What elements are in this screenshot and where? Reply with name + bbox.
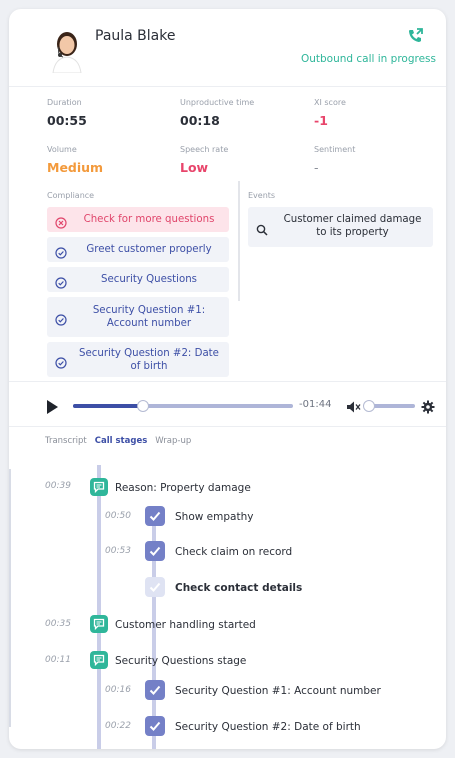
volume-slider[interactable] xyxy=(363,400,415,412)
check-icon xyxy=(145,680,165,700)
check-circle-icon xyxy=(55,354,67,369)
compliance-list: Check for more questions Greet customer … xyxy=(47,207,229,382)
step-label: Security Question #1: Account number xyxy=(175,685,381,697)
tab-call-stages[interactable]: Call stages xyxy=(95,436,148,446)
timeline-track xyxy=(97,465,101,749)
playback-progress xyxy=(73,404,144,408)
metric-label: XI score xyxy=(314,98,346,107)
column-divider xyxy=(238,181,240,301)
compliance-item-text: Security Question #1: Account number xyxy=(92,305,206,329)
stage-time: 00:11 xyxy=(45,655,71,665)
compliance-item-text: Security Questions xyxy=(101,274,197,285)
step-label: Check claim on record xyxy=(175,546,293,558)
metric-value: - xyxy=(314,160,319,175)
scrubber-handle[interactable] xyxy=(137,400,150,412)
chat-icon xyxy=(90,651,108,669)
metric-value: 00:18 xyxy=(180,113,220,128)
compliance-item[interactable]: Check for more questions xyxy=(47,207,229,232)
volume-handle[interactable] xyxy=(363,400,375,412)
metric-label: Speech rate xyxy=(180,145,229,154)
tab-wrap-up[interactable]: Wrap-up xyxy=(155,436,191,446)
pending-check-icon xyxy=(145,577,165,597)
playback-scrubber[interactable] xyxy=(73,400,293,412)
compliance-item[interactable]: Greet customer properly xyxy=(47,237,229,262)
metric-label: Duration xyxy=(47,98,82,107)
step-label: Show empathy xyxy=(175,511,254,523)
metric-value: Medium xyxy=(47,160,104,175)
metric-duration: Duration 00:55 xyxy=(47,98,87,128)
compliance-item[interactable]: Security Questions xyxy=(47,267,229,292)
audio-player: -01:44 xyxy=(9,381,446,427)
check-circle-icon xyxy=(55,244,67,259)
stage-time: 00:39 xyxy=(45,481,71,491)
time-remaining: -01:44 xyxy=(299,399,332,410)
step-time: 00:53 xyxy=(105,546,131,556)
metric-label: Sentiment xyxy=(314,145,356,154)
metric-value: 00:55 xyxy=(47,113,87,128)
mute-icon[interactable] xyxy=(346,399,362,413)
stage-time: 00:35 xyxy=(45,619,71,629)
call-header: Paula Blake Outbound call in progress xyxy=(9,9,446,87)
compliance-item-text: Check for more questions xyxy=(83,214,215,225)
phone-icon xyxy=(406,27,424,45)
metric-xi-score: XI score -1 xyxy=(314,98,346,128)
compliance-item-text: Greet customer properly xyxy=(86,244,212,255)
metric-label: Unproductive time xyxy=(180,98,255,107)
stage-tabs: Transcript Call stages Wrap-up xyxy=(45,436,191,446)
metric-sentiment: Sentiment - xyxy=(314,145,355,175)
event-item[interactable]: Customer claimed damage to its property xyxy=(248,207,433,247)
metric-value: -1 xyxy=(314,113,328,128)
call-status: Outbound call in progress xyxy=(300,53,436,65)
agent-name: Paula Blake xyxy=(95,28,176,44)
metric-unproductive-time: Unproductive time 00:18 xyxy=(180,98,254,128)
event-text: Customer claimed damage to its property xyxy=(283,214,422,238)
compliance-item-text: Security Question #2: Date of birth xyxy=(79,347,219,372)
gear-icon[interactable] xyxy=(421,399,435,414)
check-icon xyxy=(145,541,165,561)
check-circle-icon xyxy=(55,274,67,289)
step-time: 00:22 xyxy=(105,721,131,731)
step-time: 00:50 xyxy=(105,511,131,521)
check-circle-icon xyxy=(55,311,67,326)
check-icon xyxy=(145,716,165,736)
metric-speech-rate: Speech rate Low xyxy=(180,145,228,175)
stage-label: Customer handling started xyxy=(115,619,256,631)
step-label: Security Question #2: Date of birth xyxy=(175,721,361,733)
compliance-label: Compliance xyxy=(47,191,95,200)
agent-avatar xyxy=(47,27,87,74)
step-label: Check contact details xyxy=(175,582,303,594)
check-icon xyxy=(145,506,165,526)
compliance-item[interactable]: Security Question #2: Date of birth xyxy=(47,342,229,377)
step-time: 00:16 xyxy=(105,685,131,695)
play-icon[interactable] xyxy=(47,400,58,414)
call-card: Paula Blake Outbound call in progress Du… xyxy=(9,9,446,749)
metric-label: Volume xyxy=(47,145,77,154)
stage-label: Security Questions stage xyxy=(115,655,247,667)
chat-icon xyxy=(90,615,108,633)
search-icon xyxy=(256,221,268,236)
metric-value: Low xyxy=(180,160,209,175)
left-edge-line xyxy=(9,469,11,727)
fail-circle-icon xyxy=(55,214,67,229)
events-label: Events xyxy=(248,191,276,200)
metric-volume: Volume Medium xyxy=(47,145,103,175)
stage-label: Reason: Property damage xyxy=(115,482,251,494)
chat-icon xyxy=(90,478,108,496)
tab-transcript[interactable]: Transcript xyxy=(45,436,87,446)
compliance-item[interactable]: Security Question #1: Account number xyxy=(47,297,229,337)
